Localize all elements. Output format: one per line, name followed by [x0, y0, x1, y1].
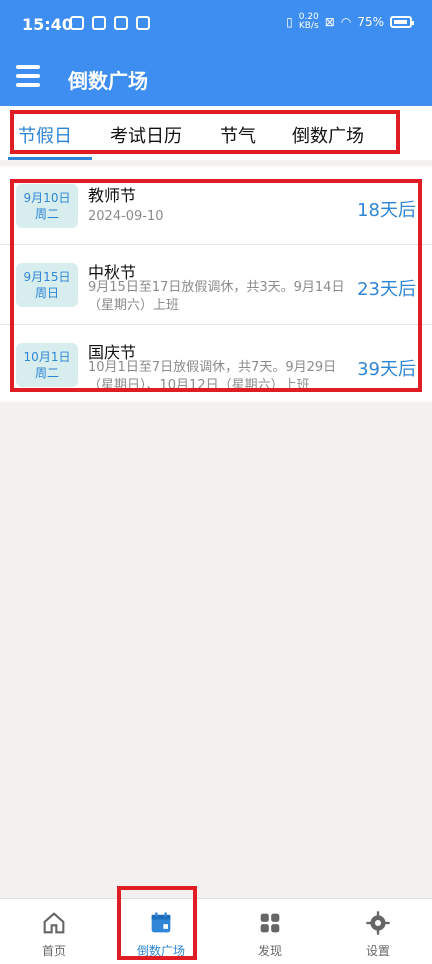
countdown-label: 18天后 — [357, 200, 416, 221]
network-speed: 0.20 KB/s — [298, 12, 319, 31]
tiktok-notification-icon — [136, 16, 150, 30]
countdown-label: 39天后 — [357, 359, 416, 380]
nav-item-discover[interactable]: 发现 — [230, 909, 310, 959]
status-right: ▯ 0.20 KB/s ⊠ ◠ 75% — [286, 12, 414, 31]
nav-label: 首页 — [41, 944, 66, 958]
page-title: 倒数广场 — [68, 69, 148, 93]
status-bar: 15:40 ▯ 0.20 KB/s ⊠ ◠ 75% — [0, 0, 432, 52]
nav-item-settings[interactable]: 设置 — [338, 909, 418, 959]
calendar-icon — [151, 912, 171, 933]
date-badge: 10月1日 周二 — [16, 343, 78, 387]
status-time: 15:40 — [22, 15, 73, 34]
tab-countdown-square[interactable]: 倒数广场 — [292, 122, 364, 148]
mail-notification-icon — [114, 16, 128, 30]
list-item[interactable]: 9月15日 周日 中秋节 9月15日至17日放假调休，共3天。9月14日（星期六… — [0, 244, 432, 324]
nav-item-countdown-square[interactable]: 倒数广场 — [121, 909, 201, 959]
nav-label: 发现 — [257, 944, 282, 958]
countdown-label: 23天后 — [357, 279, 416, 300]
holiday-subtitle: 10月1日至7日放假调休，共7天。9月29日（星期日）、10月12日（星期六）上… — [88, 360, 337, 393]
menu-icon[interactable] — [16, 65, 40, 89]
home-icon — [43, 912, 65, 934]
grid-icon — [260, 913, 280, 933]
sim-icon: ⊠ — [324, 15, 335, 29]
battery-percent: 75% — [357, 15, 384, 29]
tab-exam-calendar[interactable]: 考试日历 — [110, 122, 182, 148]
gear-icon — [366, 911, 390, 935]
date-badge: 9月10日 周二 — [16, 184, 78, 228]
notification-icons — [70, 16, 150, 30]
battery-icon — [390, 16, 414, 28]
app-bar: 倒数广场 — [0, 52, 432, 106]
nav-label: 倒数广场 — [136, 944, 185, 958]
tab-holidays[interactable]: 节假日 — [18, 122, 72, 148]
tab-solar-terms[interactable]: 节气 — [220, 122, 256, 148]
holiday-subtitle: 9月15日至17日放假调休，共3天。9月14日（星期六）上班 — [88, 280, 345, 313]
wifi-icon: ◠ — [340, 15, 352, 29]
holiday-title: 教师节 — [88, 186, 137, 205]
list-item[interactable]: 10月1日 周二 国庆节 10月1日至7日放假调休，共7天。9月29日（星期日）… — [0, 324, 432, 404]
tab-bar: 节假日 考试日历 节气 倒数广场 — [0, 106, 432, 160]
crown-notification-icon — [92, 16, 106, 30]
app-notification-icon — [70, 16, 84, 30]
holiday-subtitle: 2024-09-10 — [88, 209, 164, 224]
nav-item-home[interactable]: 首页 — [14, 909, 94, 959]
vibrate-icon: ▯ — [286, 15, 293, 29]
nav-label: 设置 — [365, 944, 390, 958]
holiday-list: 9月10日 周二 教师节 2024-09-10 18天后 9月15日 周日 中秋… — [0, 166, 432, 402]
active-tab-indicator — [8, 157, 92, 160]
bottom-navigation: 首页 倒数广场 发现 设置 — [0, 898, 432, 964]
date-badge: 9月15日 周日 — [16, 263, 78, 307]
